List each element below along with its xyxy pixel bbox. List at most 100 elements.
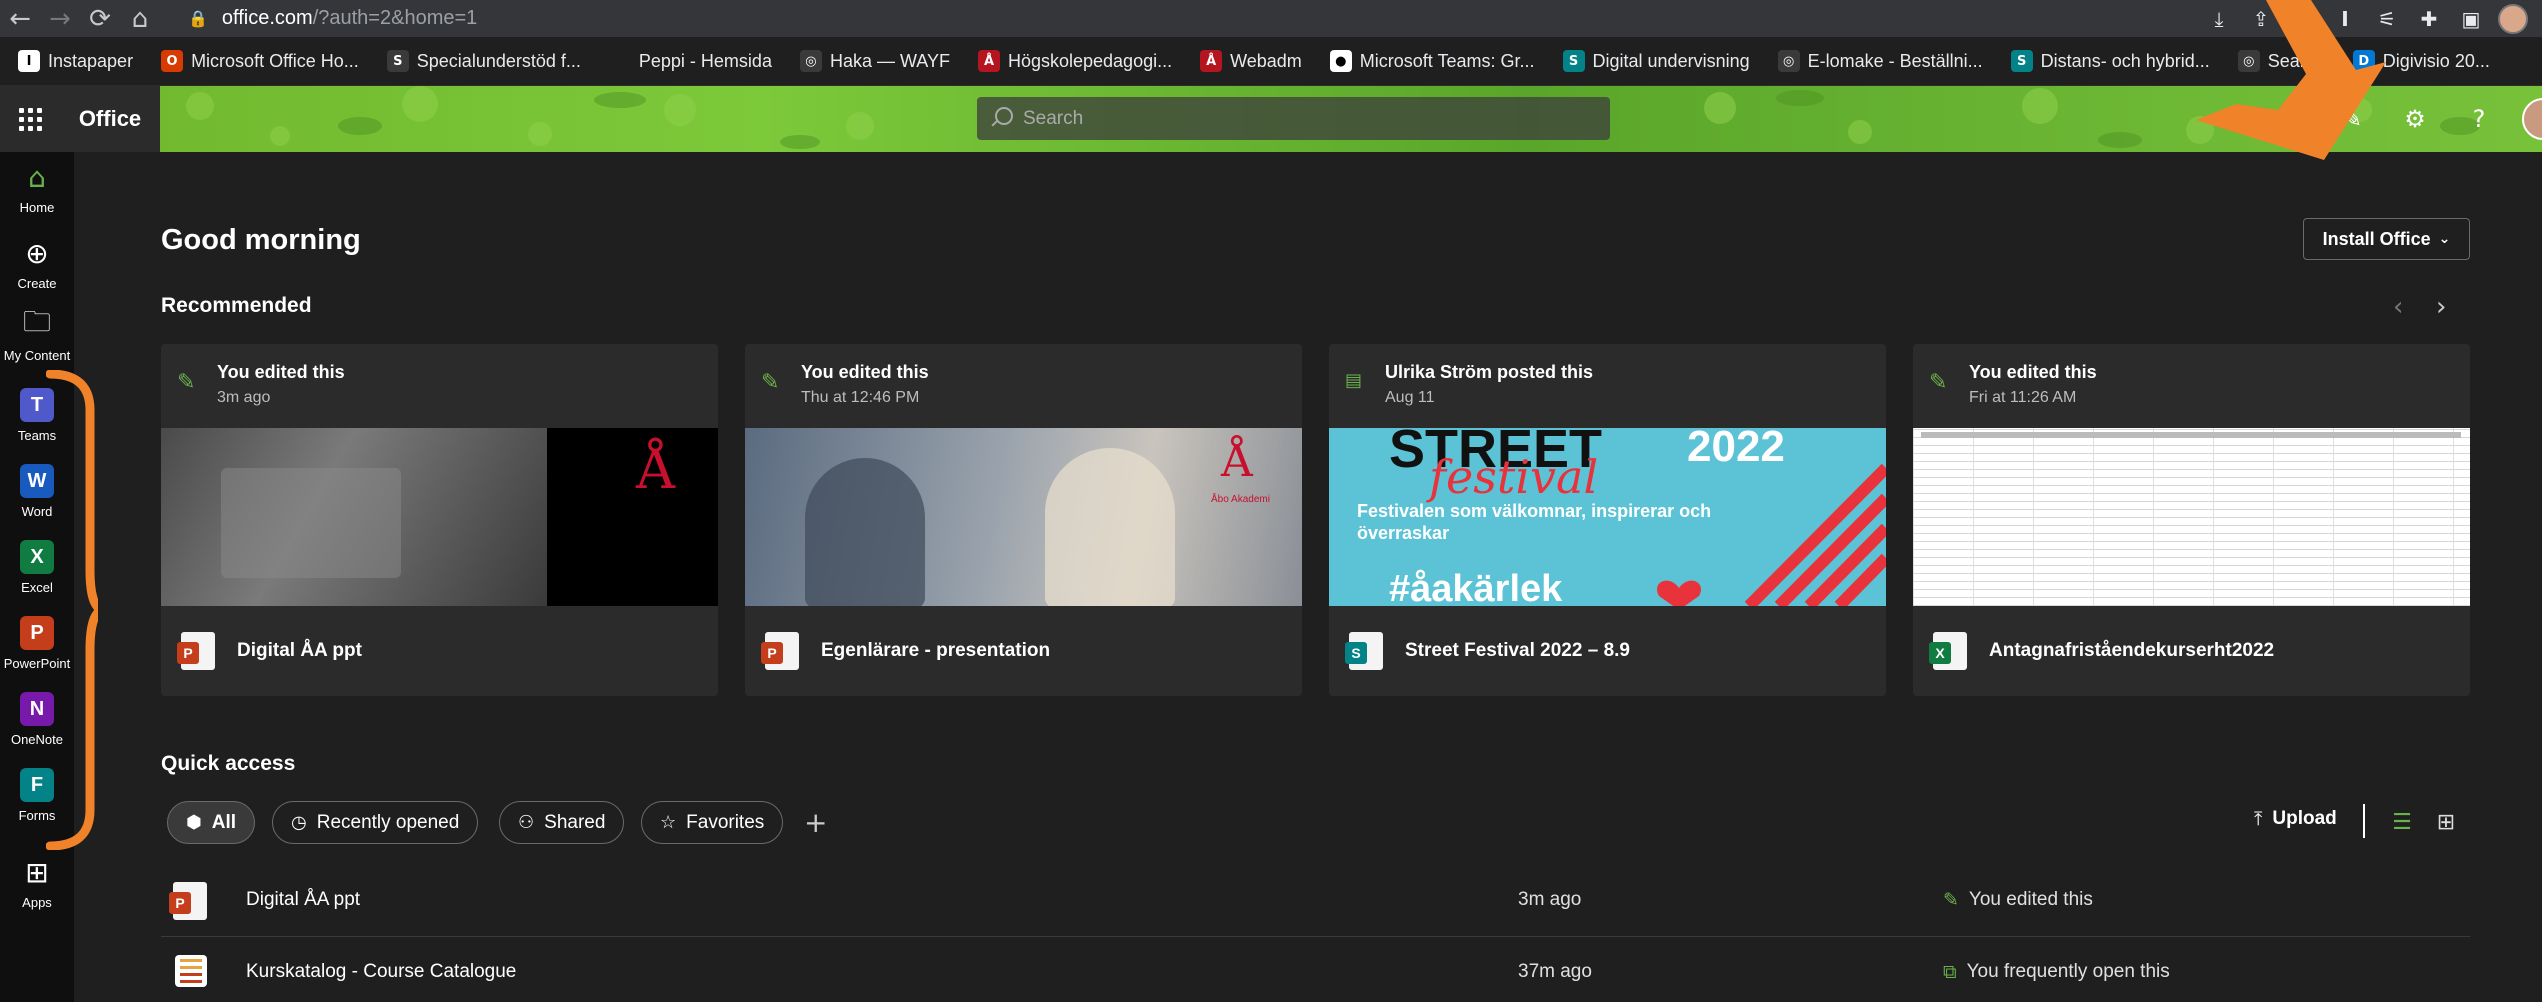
greeting: Good morning: [161, 224, 361, 256]
bookmark-favicon-icon: S: [1562, 50, 1585, 72]
powerpoint-file-icon: P: [177, 632, 215, 670]
help-icon[interactable]: ?: [2460, 100, 2498, 138]
filter-all[interactable]: ⬢ All: [167, 801, 255, 844]
file-activity: ✎ You edited this: [1943, 889, 2093, 911]
settings-gear-icon[interactable]: ⚙: [2396, 100, 2434, 138]
powerpoint-file-icon: P: [169, 882, 207, 920]
bookmark-label: Microsoft Teams: Gr...: [1359, 50, 1535, 71]
search-input[interactable]: Search: [977, 97, 1610, 140]
bookmark-item[interactable]: Å Högskolepedagogi...: [964, 50, 1186, 72]
folder-icon: 🗀: [22, 305, 51, 338]
bookmark-item[interactable]: I Instapaper: [4, 50, 147, 72]
card-meta: ✎ You edited this 3m ago: [161, 344, 718, 428]
rail-item-home[interactable]: ⌂ Home: [0, 152, 74, 222]
back-icon[interactable]: ←: [0, 0, 40, 37]
bookmark-label: Digital undervisning: [1592, 50, 1750, 71]
abo-akademi-caption: Åbo Akademi: [1211, 494, 1270, 505]
recommended-card[interactable]: ✎ You edited this Fri at 11:26 AM X Anta…: [1913, 344, 2470, 696]
recommended-next-icon[interactable]: ›: [2436, 292, 2446, 322]
street-year: 2022: [1687, 428, 1785, 471]
bookmark-item[interactable]: ◎ Haka — WAYF: [786, 50, 964, 72]
bookmark-label: Haka — WAYF: [829, 50, 950, 71]
card-file-name: Digital ÅA ppt: [237, 640, 362, 661]
url-field[interactable]: office.com/?auth=2&home=1: [222, 7, 477, 30]
bookmark-label: Instapaper: [48, 50, 134, 71]
recommended-prev-icon[interactable]: ‹: [2393, 292, 2403, 322]
bookmark-item[interactable]: S Specialunderstöd f...: [373, 50, 595, 72]
list-view-icon[interactable]: ☰: [2388, 808, 2416, 836]
rail-item-create[interactable]: ⊕ Create: [0, 228, 74, 298]
card-thumbnail: [1913, 428, 2470, 606]
upload-icon: ⤒: [2254, 808, 2263, 830]
abo-akademi-logo: Å: [1221, 436, 1253, 487]
install-office-button[interactable]: Install Office ⌄: [2303, 218, 2470, 260]
upload-label: Upload: [2272, 808, 2337, 829]
upload-button[interactable]: ⤒ Upload: [2254, 808, 2337, 830]
filter-label: Shared: [544, 811, 606, 833]
browser-profile-avatar[interactable]: [2498, 3, 2528, 34]
rail-item-apps[interactable]: ⊞ Apps: [0, 847, 74, 917]
plus-circle-icon: ⊕: [25, 236, 49, 270]
card-meta: ✎ You edited this Thu at 12:46 PM: [745, 344, 1302, 428]
star-outline-icon: ☆: [660, 812, 677, 833]
bookmark-item[interactable]: Chat.csc.fi: [2504, 50, 2542, 72]
bookmark-item[interactable]: Å Webadm: [1186, 50, 1316, 72]
recommended-card[interactable]: ▤ Ulrika Ström posted this Aug 11 STREET…: [1329, 344, 1886, 696]
file-activity: ⧉ You frequently open this: [1943, 961, 2170, 983]
add-filter-icon[interactable]: +: [804, 806, 827, 839]
card-when: 3m ago: [217, 389, 271, 406]
card-file-name: Street Festival 2022 – 8.9: [1405, 640, 1630, 661]
filter-shared[interactable]: ⚇ Shared: [499, 801, 625, 844]
bookmark-item[interactable]: ◎ E-lomake - Beställni...: [1764, 50, 1997, 72]
install-office-label: Install Office: [2322, 228, 2431, 249]
bookmark-favicon-icon: ●: [1329, 50, 1352, 72]
filter-recently-opened[interactable]: ◷ Recently opened: [272, 801, 479, 844]
file-row[interactable]: P Digital ÅA ppt 3m ago ✎ You edited this: [161, 865, 2470, 937]
office-header: Office Search ✎ ⚙ ?: [0, 86, 2542, 152]
home-icon: ⌂: [28, 160, 46, 194]
file-name: Kurskatalog - Course Catalogue: [246, 961, 517, 982]
bookmark-label: Webadm: [1230, 50, 1302, 71]
bookmark-item[interactable]: Peppi - Hemsida: [595, 50, 786, 72]
pencil-icon: ✎: [177, 370, 196, 395]
search-placeholder: Search: [1023, 107, 1084, 129]
card-when: Thu at 12:46 PM: [801, 389, 920, 406]
filter-favorites[interactable]: ☆ Favorites: [641, 801, 784, 844]
url-path: /?auth=2&home=1: [312, 7, 478, 29]
recommended-card[interactable]: ✎ You edited this Thu at 12:46 PM Å Åbo …: [745, 344, 1302, 696]
bookmark-favicon-icon: S: [2010, 50, 2033, 72]
url-host: office.com: [221, 7, 313, 29]
app-launcher-button[interactable]: [0, 86, 60, 152]
pencil-icon: ✎: [1943, 889, 1959, 911]
card-file-name: Antagnafriståendekurserht2022: [1989, 640, 2275, 661]
filter-label: Favorites: [686, 811, 765, 833]
home-browser-icon[interactable]: ⌂: [120, 0, 160, 37]
rail-label: Apps: [22, 895, 52, 910]
pencil-icon: ✎: [761, 370, 780, 395]
bookmark-item[interactable]: S Digital undervisning: [1549, 50, 1764, 72]
orange-bracket-annotation: [46, 370, 98, 850]
card-thumbnail: STREET 2022 festival Festivalen som välk…: [1329, 428, 1886, 606]
bookmark-item[interactable]: O Microsoft Office Ho...: [147, 50, 373, 72]
bookmark-item[interactable]: ● Microsoft Teams: Gr...: [1316, 50, 1549, 72]
extensions-icon[interactable]: ✚: [2414, 4, 2444, 34]
grid-view-icon[interactable]: ⊞: [2432, 808, 2460, 836]
bookmark-item[interactable]: S Distans- och hybrid...: [1997, 50, 2224, 72]
office-brand[interactable]: Office: [60, 86, 160, 152]
forward-icon[interactable]: →: [40, 0, 80, 37]
file-name: Digital ÅA ppt: [246, 889, 361, 910]
card-footer: P Digital ÅA ppt: [161, 606, 718, 696]
bookmark-favicon-icon: [2517, 50, 2540, 72]
reload-icon[interactable]: ⟳: [80, 0, 120, 37]
card-file-name: Egenlärare - presentation: [821, 640, 1051, 661]
rail-item-my-content[interactable]: 🗀 My Content: [0, 300, 74, 370]
sidebar-icon[interactable]: ▣: [2456, 4, 2486, 34]
file-time: 3m ago: [1518, 889, 1582, 910]
card-when: Fri at 11:26 AM: [1969, 389, 2077, 406]
recommended-card[interactable]: ✎ You edited this 3m ago Å P Digital ÅA …: [161, 344, 718, 696]
card-action: You edited this: [1969, 362, 2097, 382]
waffle-icon: [18, 107, 42, 131]
rail-label: My Content: [3, 348, 71, 363]
toolbar-divider: [2363, 804, 2365, 838]
file-row[interactable]: Kurskatalog - Course Catalogue 37m ago ⧉…: [161, 937, 2470, 1002]
